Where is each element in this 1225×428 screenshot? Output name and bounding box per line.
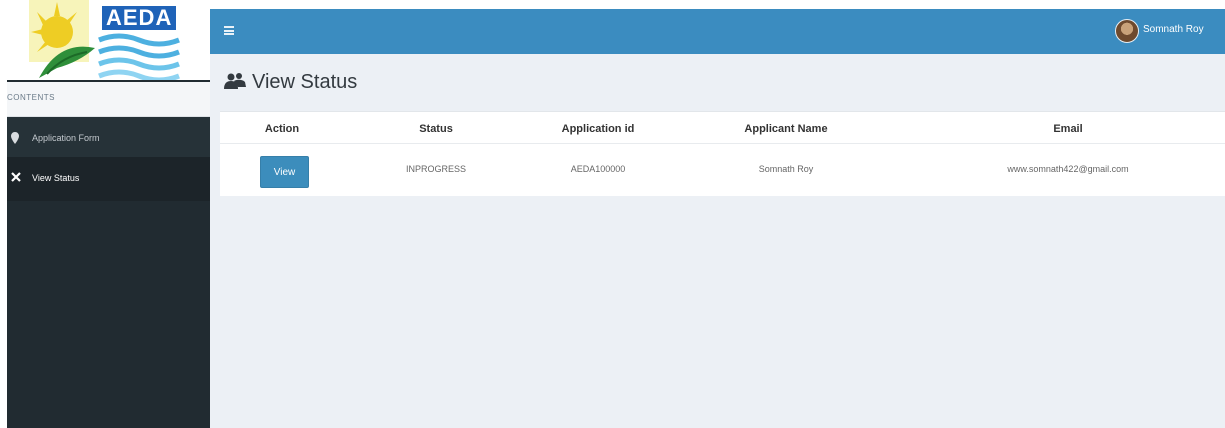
email-cell: www.somnath422@gmail.com [1007,164,1129,174]
crossed-tools-icon [11,172,21,184]
map-pin-icon [11,132,21,144]
sidebar-section-header: CONTENTS [7,82,210,117]
sidebar-item-application-form[interactable]: Application Form [7,117,210,162]
applicant-name-cell: Somnath Roy [758,164,814,174]
column-header-application-id: Application id [561,123,635,135]
table-header-divider [220,143,1225,144]
sidebar-item-view-status[interactable]: View Status [7,157,210,201]
view-button[interactable]: View [260,156,309,188]
status-cell: INPROGRESS [405,164,467,174]
page-title: View Status [252,71,358,93]
column-header-action: Action [264,123,300,135]
column-header-email: Email [1053,123,1083,135]
hamburger-menu-icon[interactable] [224,26,234,35]
user-avatar[interactable] [1115,19,1139,43]
column-header-applicant-name: Applicant Name [744,123,828,135]
sidebar-section-label: CONTENTS [7,93,55,102]
aeda-logo[interactable]: AEDA [29,0,184,80]
logo-container: AEDA [7,0,210,80]
sidebar-item-label: View Status [32,173,80,183]
user-name[interactable]: Somnath Roy [1143,24,1204,35]
sidebar: AEDA CONTENTS Application Form View Stat… [7,0,210,428]
sidebar-item-label: Application Form [32,133,100,143]
users-icon [224,72,246,90]
logo-text: AEDA [102,6,177,30]
status-table: Action Status Application id Applicant N… [220,111,1225,196]
top-navbar: Somnath Roy [210,9,1225,54]
main-content: View Status Action Status Application id… [210,54,1225,428]
column-header-status: Status [419,123,453,135]
application-id-cell: AEDA100000 [570,164,626,174]
